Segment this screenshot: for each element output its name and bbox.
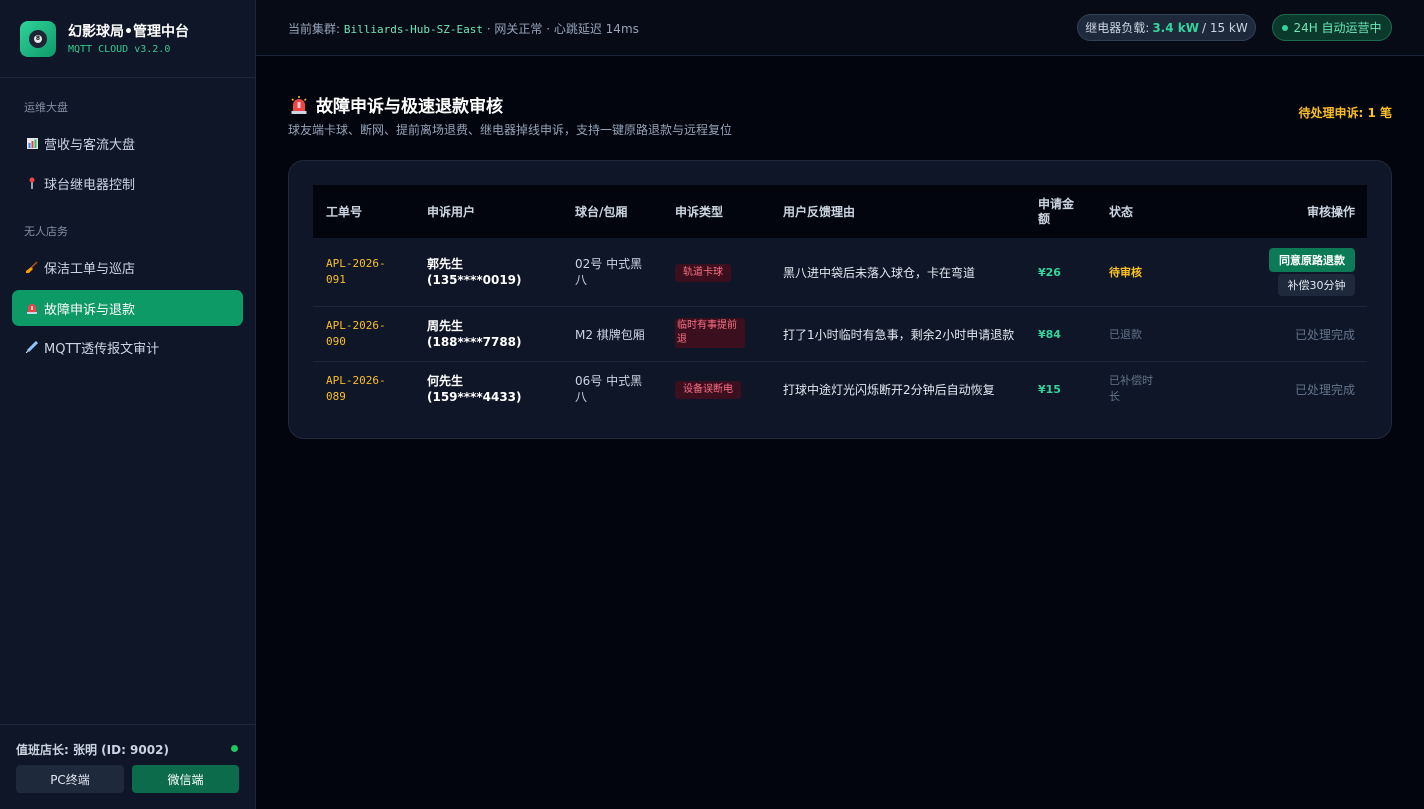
- th-user: 申诉用户: [427, 205, 476, 219]
- sidebar-footer: 值班店长: 张明 (ID: 9002) PC终端 微信端: [0, 724, 255, 809]
- sidebar-item-mqtt-audit[interactable]: MQTT透传报文审计: [12, 329, 243, 365]
- brand-title: 幻影球局•管理中台: [68, 23, 189, 40]
- th-type: 申诉类型: [675, 205, 724, 219]
- th-action: 审核操作: [1306, 205, 1355, 219]
- table-row: APL-2026-090 周先生 (188****7788) M2 棋牌包厢 临…: [313, 307, 1367, 362]
- sidebar-item-label: MQTT透传报文审计: [44, 341, 160, 357]
- sidebar-item-label: 球台继电器控制: [44, 177, 136, 193]
- load-label: 继电器负载:: [1085, 21, 1150, 35]
- appeal-reason: 打了1小时临时有急事，剩余2小时申请退款: [783, 328, 1015, 342]
- siren-icon: [291, 95, 307, 114]
- ticket-id: APL-2026-089: [326, 374, 386, 403]
- sidebar-item-label: 保洁工单与巡店: [44, 261, 136, 277]
- compensate-time-button[interactable]: 补偿30分钟: [1278, 274, 1355, 296]
- appeal-user: 何先生 (159****4433): [427, 374, 522, 404]
- online-status-dot-icon: [231, 745, 238, 752]
- table-header: 工单号 申诉用户 球台/包厢 申诉类型 用户反馈理由 申请金额 状态 审核操作: [313, 185, 1367, 238]
- table-name: 06号 中式黑八: [575, 374, 643, 404]
- appeal-user: 周先生 (188****7788): [427, 319, 522, 349]
- sidebar-item-revenue[interactable]: 营收与客流大盘: [12, 125, 243, 161]
- appeal-type-tag: 轨道卡球: [675, 264, 731, 282]
- cluster-label: 当前集群:: [288, 22, 341, 36]
- appeals-table-card: 工单号 申诉用户 球台/包厢 申诉类型 用户反馈理由 申请金额 状态 审核操作 …: [288, 160, 1392, 439]
- nav-section-ops: 运维大盘: [24, 101, 68, 114]
- brand-version: MQTT CLOUD v3.2.0: [68, 43, 171, 55]
- duty-manager: 值班店长: 张明 (ID: 9002): [16, 743, 169, 757]
- ticket-id: APL-2026-091: [326, 257, 386, 286]
- th-reason: 用户反馈理由: [783, 205, 856, 219]
- broom-icon: [26, 261, 38, 273]
- relay-load-badge: 继电器负载: 3.4 kW / 15 kW: [1077, 14, 1256, 41]
- th-amount: 申请金额: [1038, 196, 1075, 226]
- page-title: 故障申诉与极速退款审核: [290, 92, 503, 117]
- appeal-reason: 打球中途灯光闪烁断开2分钟后自动恢复: [783, 383, 995, 397]
- th-table: 球台/包厢: [575, 205, 628, 219]
- appeal-amount: ¥84: [1038, 328, 1061, 341]
- billiard-ball-logo-icon: 8: [20, 20, 56, 57]
- brand: 8 幻影球局•管理中台 MQTT CLOUD v3.2.0: [0, 0, 255, 78]
- pending-count: 待处理申诉: 1 笔: [1298, 106, 1392, 120]
- ops-status-badge: 24H 自动运营中: [1272, 14, 1392, 41]
- appeal-user: 郭先生 (135****0019): [427, 257, 522, 287]
- table-row: APL-2026-091 郭先生 (135****0019) 02号 中式黑八 …: [313, 238, 1367, 307]
- table-name: 02号 中式黑八: [575, 257, 643, 287]
- sidebar-item-label: 故障申诉与退款: [44, 302, 136, 318]
- sidebar-item-relay[interactable]: 球台继电器控制: [12, 165, 243, 201]
- syringe-icon: [26, 341, 38, 353]
- appeal-type-tag: 临时有事提前退: [675, 318, 745, 348]
- approve-refund-button[interactable]: 同意原路退款: [1269, 248, 1355, 272]
- th-id: 工单号: [326, 205, 363, 219]
- siren-icon: [26, 302, 38, 314]
- appeal-amount: ¥26: [1038, 266, 1061, 279]
- page-title-text: 故障申诉与极速退款审核: [316, 97, 503, 117]
- table-row: APL-2026-089 何先生 (159****4433) 06号 中式黑八 …: [313, 362, 1367, 417]
- switch-icon: [26, 177, 38, 189]
- ticket-id: APL-2026-090: [326, 319, 386, 348]
- nav-section-store: 无人店务: [24, 225, 68, 238]
- ops-status-text: 24H 自动运营中: [1293, 21, 1382, 35]
- status-badge: 已补偿时长: [1109, 374, 1153, 403]
- status-badge: 待审核: [1109, 266, 1142, 279]
- appeal-reason: 黑八进中袋后未落入球仓，卡在弯道: [783, 266, 976, 280]
- sidebar-item-cleaning[interactable]: 保洁工单与巡店: [12, 249, 243, 285]
- load-max: / 15 kW: [1201, 20, 1248, 35]
- processed-label: 已处理完成: [1294, 328, 1355, 342]
- appeal-amount: ¥15: [1038, 383, 1061, 396]
- sidebar: 8 幻影球局•管理中台 MQTT CLOUD v3.2.0 运维大盘 营收与客流…: [0, 0, 256, 809]
- cluster-name: Billiards-Hub-SZ-East: [343, 23, 483, 36]
- pc-terminal-button[interactable]: PC终端: [16, 765, 124, 793]
- sidebar-item-appeals[interactable]: 故障申诉与退款: [12, 290, 243, 326]
- cluster-status: · 网关正常 · 心跳延迟 14ms: [486, 22, 639, 36]
- processed-label: 已处理完成: [1294, 383, 1355, 397]
- table-name: M2 棋牌包厢: [575, 328, 645, 342]
- th-status: 状态: [1109, 205, 1134, 219]
- page-subtitle: 球友端卡球、断网、提前离场退费、继电器掉线申诉，支持一键原路退款与远程复位: [288, 123, 733, 137]
- status-dot-icon: [1282, 24, 1289, 31]
- sidebar-item-label: 营收与客流大盘: [44, 137, 136, 153]
- status-badge: 已退款: [1109, 328, 1142, 341]
- load-value: 3.4 kW: [1152, 20, 1199, 35]
- topbar: 当前集群: Billiards-Hub-SZ-East · 网关正常 · 心跳延…: [256, 0, 1424, 56]
- bar-chart-icon: [26, 137, 38, 149]
- wechat-button[interactable]: 微信端: [132, 765, 239, 793]
- cluster-info: 当前集群: Billiards-Hub-SZ-East · 网关正常 · 心跳延…: [288, 20, 639, 37]
- appeal-type-tag: 设备误断电: [675, 381, 741, 399]
